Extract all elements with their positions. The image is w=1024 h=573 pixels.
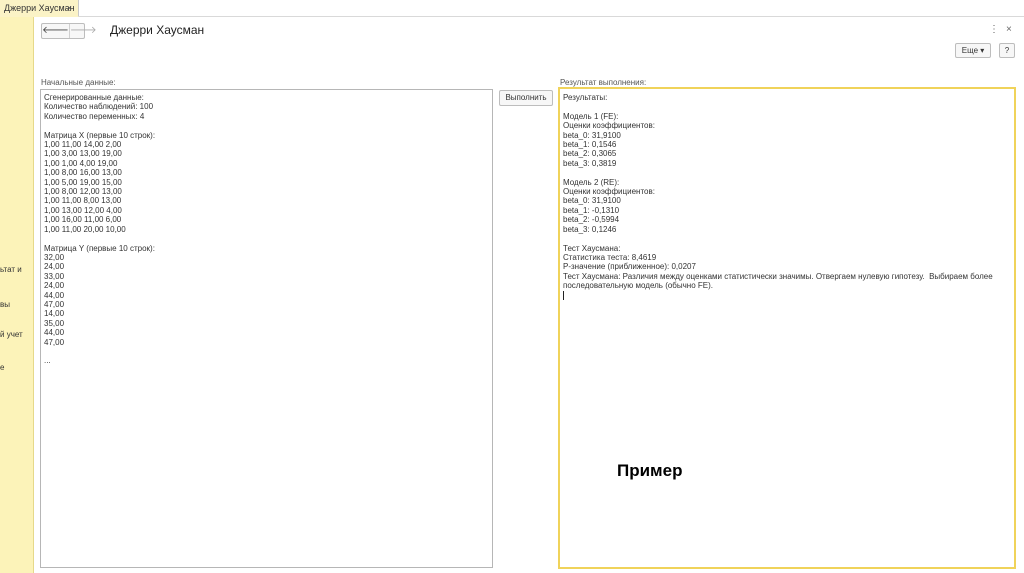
- text-line: ...: [44, 356, 51, 366]
- tab-strip: Джерри Хаусман ×: [0, 0, 1024, 17]
- text-line: beta_2: 0,3065: [563, 149, 617, 159]
- text-line: 35,00: [44, 318, 65, 328]
- help-button[interactable]: ?: [999, 43, 1015, 58]
- text-line: beta_0: 31,9100: [563, 196, 621, 206]
- text-line: 44,00: [44, 328, 65, 338]
- output-label: Результат выполнения:: [560, 78, 647, 87]
- input-data-textarea[interactable]: Сгенерированные данные: Количество наблюд…: [40, 89, 493, 568]
- text-line: 1,00 1,00 4,00 19,00: [44, 158, 118, 168]
- text-line: 1,00 3,00 13,00 19,00: [44, 149, 122, 159]
- sidebar-item[interactable]: й учет: [0, 330, 23, 339]
- more-vertical-icon[interactable]: ⋮: [989, 24, 999, 35]
- text-line: beta_2: -0,5994: [563, 215, 620, 225]
- text-line: Оценки коэффициентов:: [563, 121, 655, 131]
- sidebar-item[interactable]: вы: [0, 300, 10, 309]
- sidebar-item[interactable]: е: [0, 363, 4, 372]
- close-icon[interactable]: ×: [1006, 24, 1012, 35]
- text-line: [44, 347, 489, 356]
- text-line: 47,00: [44, 337, 65, 347]
- text-line: Оценки коэффициентов:: [563, 187, 655, 197]
- text-line: Результаты:: [563, 93, 608, 102]
- text-line: beta_0: 31,9100: [563, 130, 621, 140]
- text-line: beta_1: -0,1310: [563, 205, 620, 215]
- tab-dzherri-khausman[interactable]: Джерри Хаусман ×: [0, 0, 79, 17]
- text-line: 1,00 11,00 20,00 10,00: [44, 224, 126, 234]
- text-line: [563, 168, 1011, 177]
- text-line: [563, 234, 1011, 243]
- text-line: P-значение (приближенное): 0,0207: [563, 262, 696, 272]
- overlay-caption: Пример: [617, 461, 683, 480]
- back-arrow-icon[interactable]: 🡐: [42, 24, 69, 38]
- text-line: Количество переменных: 4: [44, 111, 145, 121]
- text-line: 33,00: [44, 271, 65, 281]
- text-line: [44, 121, 489, 130]
- input-label: Начальные данные:: [41, 78, 116, 87]
- output-result-textarea[interactable]: Результаты: Модель 1 (FE): Оценки коэффиц…: [558, 87, 1016, 569]
- text-line: 1,00 11,00 8,00 13,00: [44, 196, 122, 206]
- text-line: Тест Хаусмана: Различия между оценками с…: [563, 271, 993, 281]
- text-line: Сгенерированные данные:: [44, 93, 144, 102]
- navigation-buttons: 🡐 🡒: [41, 23, 97, 39]
- text-line: 1,00 11,00 14,00 2,00: [44, 140, 122, 150]
- text-line: Модель 1 (FE):: [563, 111, 619, 121]
- text-line: 47,00: [44, 299, 65, 309]
- text-line: 1,00 8,00 12,00 13,00: [44, 187, 122, 197]
- text-line: 24,00: [44, 262, 65, 272]
- tab-title: Джерри Хаусман: [4, 3, 75, 13]
- text-line: 1,00 8,00 16,00 13,00: [44, 168, 122, 178]
- text-line: Модель 2 (RE):: [563, 177, 620, 187]
- text-line: последовательную модель (обычно FE).: [563, 281, 714, 291]
- more-button[interactable]: Еще ▾: [955, 43, 991, 58]
- text-line: [44, 234, 489, 243]
- text-line: 1,00 16,00 11,00 6,00: [44, 215, 122, 225]
- sidebar-item[interactable]: ьтат и: [0, 265, 22, 274]
- text-line: Статистика теста: 8,4619: [563, 252, 657, 262]
- text-line: Тест Хаусмана:: [563, 243, 621, 253]
- text-line: 14,00: [44, 309, 65, 319]
- text-line: 1,00 13,00 12,00 4,00: [44, 205, 122, 215]
- text-line: beta_1: 0,1546: [563, 140, 617, 150]
- text-line: beta_3: 0,3819: [563, 158, 617, 168]
- text-line: 1,00 5,00 19,00 15,00: [44, 177, 122, 187]
- text-line: Матрица X (первые 10 строк):: [44, 130, 156, 140]
- text-line: Количество наблюдений: 100: [44, 102, 154, 112]
- sidebar: ьтат и вы й учет е: [0, 17, 34, 573]
- text-line: Матрица Y (первые 10 строк):: [44, 243, 155, 253]
- text-line: 32,00: [44, 252, 65, 262]
- page-title: Джерри Хаусман: [110, 23, 205, 37]
- text-cursor: [563, 290, 1011, 300]
- close-icon[interactable]: ×: [67, 0, 72, 16]
- text-line: [563, 102, 1011, 111]
- run-button[interactable]: Выполнить: [499, 90, 553, 106]
- forward-arrow-icon[interactable]: 🡒: [68, 24, 97, 38]
- text-line: beta_3: 0,1246: [563, 224, 617, 234]
- text-line: 44,00: [44, 290, 65, 300]
- text-line: 24,00: [44, 281, 65, 291]
